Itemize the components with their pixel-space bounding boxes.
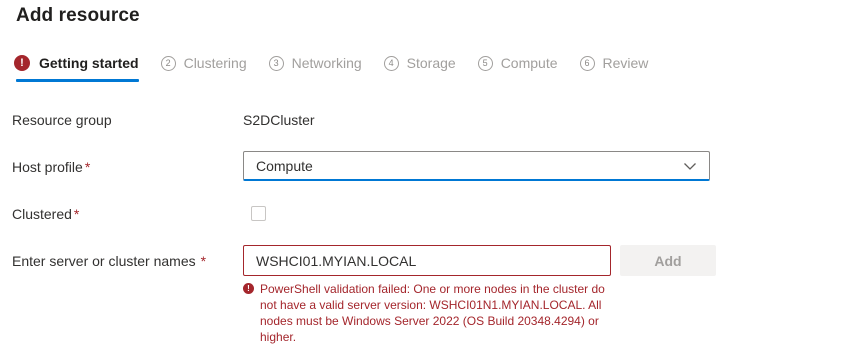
add-button[interactable]: Add <box>620 245 716 276</box>
step-storage[interactable]: 4 Storage <box>383 55 456 71</box>
resource-group-label: Resource group <box>12 112 112 128</box>
required-marker: * <box>84 159 91 175</box>
server-names-label-text: Enter server or cluster names <box>12 253 196 269</box>
host-profile-selected-value: Compute <box>256 157 313 174</box>
page-title: Add resource <box>16 5 140 26</box>
clustered-checkbox[interactable] <box>251 206 266 221</box>
resource-group-label-text: Resource group <box>12 112 112 128</box>
step-label: Storage <box>406 55 456 71</box>
required-marker: * <box>200 253 207 269</box>
validation-error-text: PowerShell validation failed: One or mor… <box>260 282 605 344</box>
error-circle-icon: ! <box>243 283 254 294</box>
step-number: 3 <box>268 55 284 71</box>
error-circle-icon: ! <box>14 55 30 71</box>
step-label: Getting started <box>39 55 139 71</box>
clustered-label-text: Clustered <box>12 206 72 222</box>
clustered-label: Clustered * <box>12 206 79 222</box>
host-profile-label-text: Host profile <box>12 159 83 175</box>
step-clustering[interactable]: 2 Clustering <box>160 55 247 71</box>
add-resource-page: Add resource ! Getting started 2 Cluster… <box>0 0 847 353</box>
step-number: 2 <box>160 55 176 71</box>
chevron-down-icon <box>684 163 696 170</box>
step-label: Clustering <box>183 55 247 71</box>
required-marker: * <box>73 206 80 222</box>
host-profile-dropdown[interactable]: Compute <box>243 151 710 181</box>
server-names-input[interactable] <box>243 245 611 276</box>
step-label: Compute <box>500 55 558 71</box>
step-getting-started[interactable]: ! Getting started <box>14 55 139 82</box>
step-number: 4 <box>383 55 399 71</box>
step-label: Review <box>602 55 649 71</box>
server-names-label: Enter server or cluster names * <box>12 253 206 269</box>
step-compute[interactable]: 5 Compute <box>477 55 558 71</box>
wizard-steps: ! Getting started 2 Clustering 3 Network… <box>14 52 670 82</box>
step-label: Networking <box>291 55 362 71</box>
validation-error: ! PowerShell validation failed: One or m… <box>243 281 618 345</box>
step-number: 6 <box>579 55 595 71</box>
step-review[interactable]: 6 Review <box>579 55 649 71</box>
resource-group-value: S2DCluster <box>243 112 315 128</box>
step-number: 5 <box>477 55 493 71</box>
host-profile-label: Host profile * <box>12 159 90 175</box>
step-networking[interactable]: 3 Networking <box>268 55 362 71</box>
